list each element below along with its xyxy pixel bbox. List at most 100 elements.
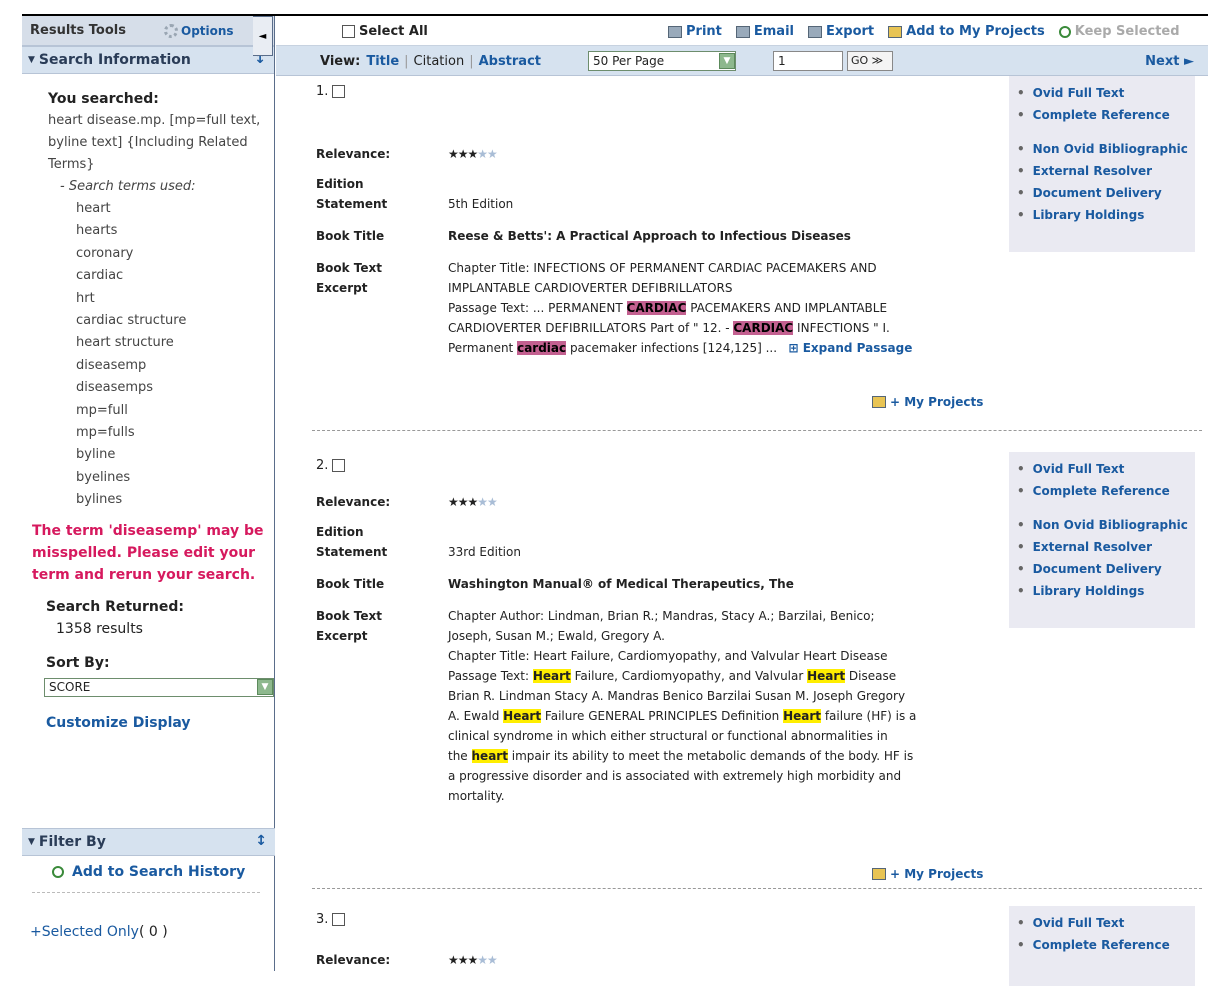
complete-reference-link[interactable]: Complete Reference xyxy=(1017,480,1195,502)
expand-passage-link[interactable]: ⊞ Expand Passage xyxy=(788,341,912,355)
excerpt-fragment: pacemaker infections [124,125] ... xyxy=(566,341,778,355)
expand-passage-label: Expand Passage xyxy=(802,341,913,355)
email-button[interactable]: Email xyxy=(735,24,794,39)
result-divider xyxy=(312,888,1202,889)
magnifier-icon xyxy=(52,866,64,878)
result-number: 2. xyxy=(316,458,346,473)
book-title-link[interactable]: Washington Manual® of Medical Therapeuti… xyxy=(448,574,794,594)
go-button[interactable]: GO ≫ xyxy=(847,51,893,71)
relevance-row: Relevance: ★★★★★ xyxy=(316,144,498,164)
result-checkbox[interactable] xyxy=(332,85,346,98)
edition-label-1: Edition xyxy=(316,177,364,191)
checkbox-icon xyxy=(342,25,355,38)
view-abstract-link[interactable]: Abstract xyxy=(479,54,541,69)
edition-label: Edition Statement xyxy=(316,174,448,214)
edition-label: Edition Statement xyxy=(316,522,448,562)
ovid-full-text-link[interactable]: Ovid Full Text xyxy=(1017,458,1195,480)
add-to-my-projects-label: Add to My Projects xyxy=(906,24,1045,39)
result-links-box: Ovid Full Text Complete Reference xyxy=(1009,906,1195,986)
misspelling-warning: The term 'diseasemp' may be misspelled. … xyxy=(32,522,264,583)
view-title-link[interactable]: Title xyxy=(366,54,399,69)
selected-only-filter[interactable]: +Selected Only( 0 ) xyxy=(30,924,168,940)
print-button[interactable]: Print xyxy=(668,24,722,39)
book-title-label: Book Title xyxy=(316,577,385,591)
selected-only-label: +Selected Only xyxy=(30,924,139,940)
excerpt-fragment: CARDIOVERTER DEFIBRILLATORS Part of " 12… xyxy=(448,321,734,335)
non-ovid-bibliographic-link[interactable]: Non Ovid Bibliographic xyxy=(1017,138,1195,160)
dropdown-arrow-icon[interactable]: ▼ xyxy=(719,53,735,69)
view-separator: | xyxy=(469,54,474,69)
filter-by-header[interactable]: ▼ Filter By ↕ xyxy=(22,828,275,856)
you-searched-block: You searched: heart disease.mp. [mp=full… xyxy=(22,74,274,198)
ovid-full-text-link[interactable]: Ovid Full Text xyxy=(1017,82,1195,104)
excerpt-row: Book Text Excerpt Chapter Title: INFECTIO… xyxy=(316,258,912,358)
export-label: Export xyxy=(826,24,875,39)
complete-reference-link[interactable]: Complete Reference xyxy=(1017,934,1195,956)
dropdown-arrow-icon[interactable]: ▼ xyxy=(257,679,273,696)
ovid-full-text-link[interactable]: Ovid Full Text xyxy=(1017,912,1195,934)
my-projects-link[interactable]: + My Projects xyxy=(872,395,983,409)
view-citation-link[interactable]: Citation xyxy=(414,54,465,69)
customize-display-link[interactable]: Customize Display xyxy=(46,715,191,731)
highlight-term: heart xyxy=(471,749,508,763)
external-resolver-link[interactable]: External Resolver xyxy=(1017,160,1195,182)
keep-selected-label: Keep Selected xyxy=(1074,24,1180,39)
excerpt-label-2: Excerpt xyxy=(316,281,368,295)
excerpt-line: the heart impair its ability to meet the… xyxy=(448,746,916,766)
excerpt-line: Passage Text: Heart Failure, Cardiomyopa… xyxy=(448,666,916,686)
search-term: mp=fulls xyxy=(76,425,135,441)
edition-row: Edition Statement 5th Edition xyxy=(316,174,513,214)
search-information-header[interactable]: ▼ Search Information ↕ xyxy=(22,46,274,74)
relevance-stars: ★★★★★ xyxy=(448,953,498,967)
select-all-label: Select All xyxy=(359,24,428,39)
search-term: hearts xyxy=(76,223,118,239)
collapse-sidebar-button[interactable]: ◄ xyxy=(253,16,273,56)
page-number-input[interactable]: 1 xyxy=(773,51,843,71)
search-term: heart xyxy=(76,201,111,216)
document-delivery-link[interactable]: Document Delivery xyxy=(1017,558,1195,580)
view-bar: View: Title | Citation | Abstract 50 Per P… xyxy=(276,46,1208,76)
result-checkbox[interactable] xyxy=(332,913,346,926)
folder-icon xyxy=(888,25,903,38)
magnifier-icon xyxy=(1058,25,1071,38)
complete-reference-link[interactable]: Complete Reference xyxy=(1017,104,1195,126)
result-checkbox[interactable] xyxy=(332,459,346,472)
printer-icon xyxy=(668,25,682,38)
non-ovid-bibliographic-link[interactable]: Non Ovid Bibliographic xyxy=(1017,514,1195,536)
next-page-link[interactable]: Next ► xyxy=(1145,54,1194,69)
sort-by-select[interactable]: SCORE ▼ xyxy=(44,677,274,697)
per-page-select[interactable]: 50 Per Page ▼ xyxy=(588,51,736,71)
add-to-search-history-label: Add to Search History xyxy=(72,864,246,880)
excerpt-fragment: the xyxy=(448,749,472,763)
folder-add-icon xyxy=(872,396,886,408)
document-delivery-link[interactable]: Document Delivery xyxy=(1017,182,1195,204)
search-returned-block: Search Returned: 1358 results xyxy=(22,596,274,640)
relevance-stars: ★★★★★ xyxy=(448,495,498,509)
add-to-my-projects-button[interactable]: Add to My Projects xyxy=(888,24,1045,39)
excerpt-line: CARDIOVERTER DEFIBRILLATORS Part of " 12… xyxy=(448,318,912,338)
my-projects-link[interactable]: + My Projects xyxy=(872,867,983,881)
library-holdings-link[interactable]: Library Holdings xyxy=(1017,204,1195,226)
edition-label-2: Statement xyxy=(316,197,388,211)
select-all-checkbox[interactable]: Select All xyxy=(342,24,428,39)
search-term: heart structure xyxy=(76,335,174,351)
keep-selected-button[interactable]: Keep Selected xyxy=(1058,24,1180,39)
external-resolver-link[interactable]: External Resolver xyxy=(1017,536,1195,558)
excerpt-line: A. Ewald Heart Failure GENERAL PRINCIPLE… xyxy=(448,706,916,726)
sort-by-label: Sort By: xyxy=(46,654,110,671)
results-toolbar: Select All Print Email Export Add to My … xyxy=(276,16,1208,46)
result-number: 1. xyxy=(316,84,346,99)
book-title-link[interactable]: Reese & Betts': A Practical Approach to … xyxy=(448,226,851,246)
resize-arrows-icon[interactable]: ↕ xyxy=(255,833,267,849)
options-button[interactable]: Options xyxy=(164,24,234,38)
library-holdings-link[interactable]: Library Holdings xyxy=(1017,580,1195,602)
search-term: diseasemps xyxy=(76,380,154,396)
excerpt-fragment: Failure, Cardiomyopathy, and Valvular xyxy=(570,669,808,683)
result-links-box: Ovid Full Text Complete Reference Non Ov… xyxy=(1009,452,1195,628)
search-information-title: Search Information xyxy=(38,52,191,68)
excerpt-label-2: Excerpt xyxy=(316,629,368,643)
export-button[interactable]: Export xyxy=(808,24,874,39)
add-to-search-history-button[interactable]: Add to Search History xyxy=(52,864,245,880)
folder-add-icon xyxy=(872,868,886,880)
excerpt-fragment: Disease xyxy=(845,669,897,683)
